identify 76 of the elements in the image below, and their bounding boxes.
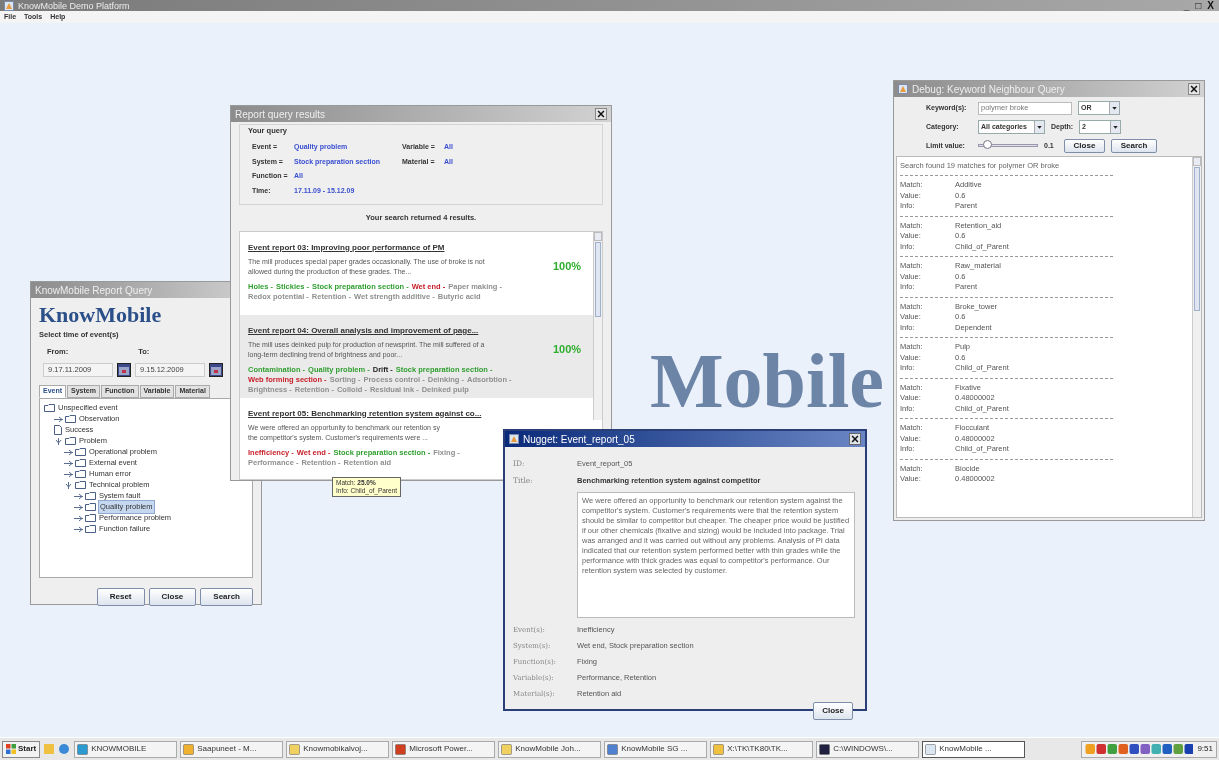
scrollbar[interactable] (1192, 157, 1201, 517)
program-icon (607, 743, 619, 755)
folder-icon (65, 437, 76, 445)
close-button[interactable]: Close (813, 702, 853, 720)
app-logo: KnowMobile (39, 302, 163, 328)
window-control[interactable]: X (1206, 0, 1215, 11)
program-icon (183, 743, 195, 755)
collapsed-handle-icon[interactable] (64, 459, 73, 467)
taskbar-button[interactable]: X:\TK\TK80\TK... (710, 740, 814, 758)
windows-logo-icon (6, 744, 16, 754)
folder-icon (65, 415, 76, 423)
taskbar-button[interactable]: KnowMobile SG ... (604, 740, 708, 758)
match-score: 100% (553, 341, 583, 357)
window-title: Report query results (235, 107, 327, 122)
window-title: Nugget: Event_report_05 (523, 432, 636, 447)
dialog-button[interactable]: Close (148, 587, 197, 606)
collapsed-handle-icon[interactable] (74, 503, 83, 511)
close-icon[interactable] (595, 108, 607, 120)
collapsed-handle-icon[interactable] (64, 470, 73, 478)
expanded-handle-icon[interactable] (54, 437, 63, 445)
collapsed-handle-icon[interactable] (74, 492, 83, 500)
folder-icon (44, 404, 55, 412)
result-title[interactable]: Event report 04: Overall analysis and improvement of page... (248, 324, 585, 337)
close-icon[interactable] (849, 433, 861, 445)
calendar-icon[interactable] (117, 362, 131, 377)
window-control[interactable]: □ (1194, 0, 1203, 11)
folder-icon (75, 448, 86, 456)
result-title[interactable]: Event report 05: Benchmarking retention system against co... (248, 407, 585, 420)
folder-icon (85, 514, 96, 522)
tray-icons-drawing[interactable] (1085, 743, 1194, 755)
taskbar-button[interactable]: KnowMobile Joh... (498, 740, 602, 758)
app-title: KnowMobile Demo Platform (18, 0, 131, 11)
taskbar-button[interactable]: KnowMobile ... (922, 740, 1026, 758)
dialog-button[interactable]: Search (200, 587, 253, 606)
program-icon (819, 743, 831, 755)
taskbar-button[interactable]: KNOWMOBILE (74, 740, 178, 758)
program-icon (77, 743, 89, 755)
program-icon (395, 743, 407, 755)
collapsed-handle-icon[interactable] (54, 415, 63, 423)
folder-icon (75, 459, 86, 467)
search-button[interactable]: Search (1111, 139, 1157, 153)
program-icon (713, 743, 725, 755)
slider-thumb[interactable] (983, 140, 993, 149)
background-logo: Mobile (650, 341, 884, 421)
collapsed-handle-icon[interactable] (74, 514, 83, 522)
folder-icon (85, 525, 96, 533)
folder-icon (85, 503, 96, 511)
collapsed-handle-icon[interactable] (74, 525, 83, 533)
close-icon[interactable] (1188, 83, 1200, 95)
app-icon (509, 434, 519, 444)
taskbar-button[interactable]: Saapuneet - M... (180, 740, 284, 758)
collapsed-handle-icon[interactable] (64, 448, 73, 456)
program-icon (501, 743, 513, 755)
start-button[interactable]: Start (2, 740, 41, 758)
window-title: Debug: Keyword Neighbour Query (912, 82, 1066, 97)
result-title[interactable]: Event report 03: Improving poor performance of PM (248, 241, 585, 254)
folder-icon (85, 492, 96, 500)
calendar-icon[interactable] (209, 362, 223, 377)
taskbar-button[interactable]: Microsoft Power... (392, 740, 496, 758)
app-icon (4, 0, 14, 11)
program-icon (289, 743, 301, 755)
quick-launch-icons-drawing[interactable] (43, 743, 72, 755)
match-score: 100% (553, 258, 583, 274)
program-icon (925, 743, 937, 755)
window-control[interactable]: _ (1182, 0, 1191, 11)
app-icon (898, 84, 908, 94)
close-button[interactable]: Close (1064, 139, 1105, 153)
clock: 9:51 (1197, 743, 1213, 755)
taskbar-button[interactable]: C:\WINDOWS\... (816, 740, 920, 758)
document-icon (54, 425, 62, 435)
scrollbar[interactable] (593, 231, 602, 420)
folder-icon (75, 481, 86, 489)
taskbar-button[interactable]: Knowmobikalvoj... (286, 740, 390, 758)
folder-icon (75, 470, 86, 478)
dialog-button[interactable]: Reset (96, 587, 145, 606)
expanded-handle-icon[interactable] (64, 481, 73, 489)
